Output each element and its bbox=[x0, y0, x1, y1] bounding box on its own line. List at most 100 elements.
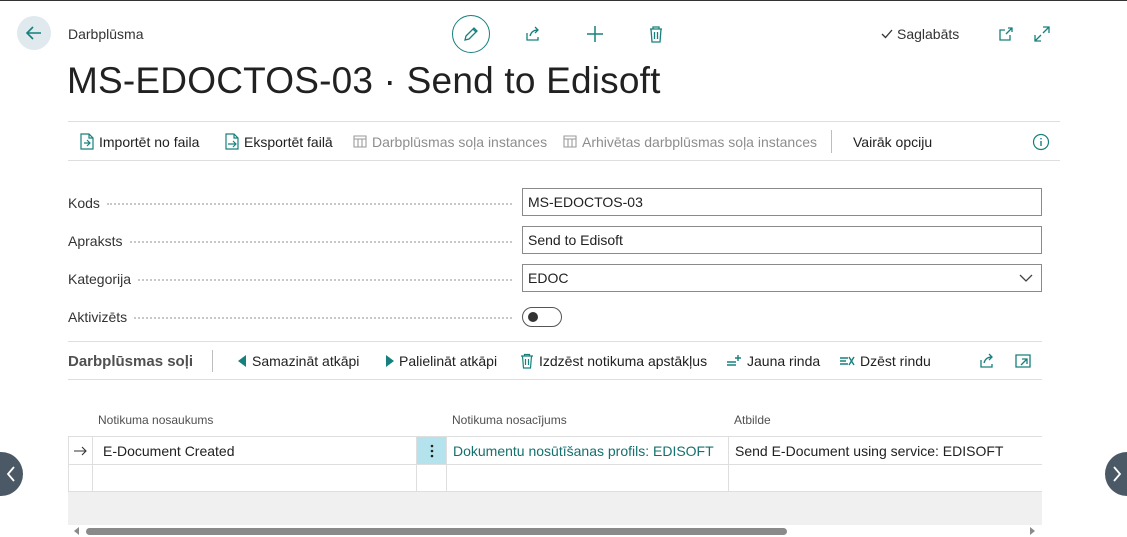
triangle-right-icon bbox=[386, 355, 394, 367]
column-header-response[interactable]: Atbilde bbox=[734, 413, 771, 427]
steps-separator bbox=[212, 350, 213, 372]
row-menu-cell[interactable] bbox=[417, 464, 447, 492]
breadcrumb[interactable]: Darbplūsma bbox=[68, 26, 143, 42]
archived-step-instances-action[interactable]: Arhivētas darbplūsmas soļa instances bbox=[563, 122, 817, 161]
previous-record-button[interactable] bbox=[0, 452, 23, 496]
more-vertical-icon bbox=[430, 444, 433, 457]
leader-dots bbox=[130, 241, 512, 243]
table-icon bbox=[353, 135, 367, 148]
saved-status-label: Saglabāts bbox=[897, 26, 960, 42]
trash-icon bbox=[650, 26, 662, 43]
arrow-left-icon bbox=[25, 26, 41, 40]
enabled-toggle[interactable] bbox=[522, 307, 562, 327]
trash-icon bbox=[521, 353, 533, 369]
back-button[interactable] bbox=[17, 16, 51, 50]
pencil-icon bbox=[464, 27, 478, 41]
open-in-new-window-icon bbox=[1015, 354, 1031, 368]
share-icon bbox=[526, 26, 539, 41]
steps-section-title[interactable]: Darbplūsmas soļi bbox=[68, 342, 193, 380]
category-value: EDOC bbox=[528, 270, 569, 286]
column-header-condition[interactable]: Notikuma nosacījums bbox=[452, 413, 567, 427]
edit-button[interactable] bbox=[452, 15, 490, 53]
action-bar: Importēt no faila Eksportēt failā Darbpl… bbox=[68, 121, 1060, 161]
event-condition-link[interactable]: Dokumentu nosūtīšanas profils: EDISOFT bbox=[447, 437, 729, 465]
page-actions bbox=[452, 15, 666, 53]
leader-dots bbox=[134, 317, 512, 319]
event-name-cell[interactable] bbox=[93, 464, 417, 492]
scroll-right-icon[interactable] bbox=[1030, 527, 1035, 535]
steps-action-bar: Darbplūsmas soļi Samazināt atkāpi Paliel… bbox=[68, 341, 1042, 380]
open-in-new-window-icon bbox=[999, 27, 1013, 41]
delete-line-icon bbox=[840, 356, 855, 366]
row-indicator[interactable] bbox=[68, 437, 93, 465]
description-field[interactable]: Send to Edisoft bbox=[522, 226, 1042, 254]
info-icon bbox=[1032, 133, 1050, 150]
share-button[interactable] bbox=[523, 24, 543, 44]
chevron-right-icon bbox=[1113, 466, 1122, 482]
triangle-left-icon bbox=[238, 355, 246, 367]
leader-dots bbox=[138, 279, 512, 281]
import-from-file-action[interactable]: Importēt no faila bbox=[80, 122, 199, 161]
export-file-icon bbox=[225, 133, 239, 150]
decrease-indent-action[interactable]: Samazināt atkāpi bbox=[238, 342, 359, 380]
new-button[interactable] bbox=[585, 24, 605, 44]
window-top-border bbox=[0, 0, 1127, 1]
enabled-label: Aktivizēts bbox=[68, 309, 128, 325]
expand-button[interactable] bbox=[1032, 24, 1052, 44]
row-menu-button[interactable] bbox=[417, 437, 447, 465]
open-list-in-window-button[interactable] bbox=[1014, 342, 1032, 380]
response-cell[interactable]: Send E-Document using service: EDISOFT bbox=[729, 437, 1042, 465]
new-line-label: Jauna rinda bbox=[747, 353, 821, 369]
event-name-cell[interactable]: E-Document Created bbox=[93, 437, 417, 465]
workflow-step-instances-action[interactable]: Darbplūsmas soļa instances bbox=[353, 122, 547, 161]
archived-step-instances-label: Arhivētas darbplūsmas soļa instances bbox=[582, 133, 818, 150]
chevron-down-icon bbox=[1019, 274, 1033, 282]
checkmark-icon bbox=[881, 29, 893, 39]
share-list-button[interactable] bbox=[978, 342, 996, 380]
column-header-event[interactable]: Notikuma nosaukums bbox=[98, 413, 213, 427]
open-new-window-button[interactable] bbox=[996, 24, 1016, 44]
horizontal-scrollbar[interactable] bbox=[68, 525, 1042, 537]
export-to-file-label: Eksportēt failā bbox=[244, 133, 333, 150]
scroll-left-icon[interactable] bbox=[74, 527, 79, 535]
scrollbar-thumb[interactable] bbox=[86, 528, 787, 535]
action-separator bbox=[831, 130, 832, 153]
more-options-label: Vairāk opciju bbox=[853, 133, 933, 150]
export-to-file-action[interactable]: Eksportēt failā bbox=[225, 122, 333, 161]
import-from-file-label: Importēt no faila bbox=[99, 133, 200, 150]
table-icon bbox=[563, 135, 577, 148]
delete-button[interactable] bbox=[646, 24, 666, 44]
delete-line-label: Dzēst rindu bbox=[860, 353, 931, 369]
category-select[interactable]: EDOC bbox=[522, 264, 1042, 292]
page-title: MS-EDOCTOS-03 · Send to Edisoft bbox=[67, 60, 661, 101]
expand-icon bbox=[1034, 26, 1050, 42]
share-icon bbox=[980, 353, 993, 368]
chevron-left-icon bbox=[6, 466, 15, 482]
toggle-knob bbox=[528, 312, 538, 322]
next-record-button[interactable] bbox=[1105, 452, 1127, 496]
code-field[interactable]: MS-EDOCTOS-03 bbox=[522, 188, 1042, 216]
code-label: Kods bbox=[68, 195, 100, 211]
delete-event-conditions-label: Izdzēst notikuma apstākļus bbox=[539, 353, 708, 369]
info-button[interactable] bbox=[1032, 122, 1050, 161]
new-line-action[interactable]: Jauna rinda bbox=[726, 342, 820, 380]
workflow-step-instances-label: Darbplūsmas soļa instances bbox=[372, 133, 548, 150]
increase-indent-label: Palielināt atkāpi bbox=[399, 353, 498, 369]
increase-indent-action[interactable]: Palielināt atkāpi bbox=[385, 342, 497, 380]
import-file-icon bbox=[80, 133, 94, 150]
decrease-indent-label: Samazināt atkāpi bbox=[252, 353, 360, 369]
grid-empty-area bbox=[68, 492, 1042, 525]
table-row-empty[interactable] bbox=[68, 464, 1042, 492]
row-indicator[interactable] bbox=[68, 464, 93, 492]
table-row[interactable]: E-Document Created Dokumentu nosūtīšanas… bbox=[68, 436, 1042, 465]
delete-event-conditions-action[interactable]: Izdzēst notikuma apstākļus bbox=[520, 342, 707, 380]
description-label: Apraksts bbox=[68, 233, 123, 249]
category-label: Kategorija bbox=[68, 271, 132, 287]
more-options-action[interactable]: Vairāk opciju bbox=[853, 122, 932, 161]
plus-icon bbox=[587, 26, 603, 42]
new-line-icon bbox=[727, 355, 741, 366]
response-cell[interactable] bbox=[729, 464, 1042, 492]
leader-dots bbox=[107, 203, 512, 205]
event-condition-cell[interactable] bbox=[447, 464, 729, 492]
delete-line-action[interactable]: Dzēst rindu bbox=[839, 342, 931, 380]
